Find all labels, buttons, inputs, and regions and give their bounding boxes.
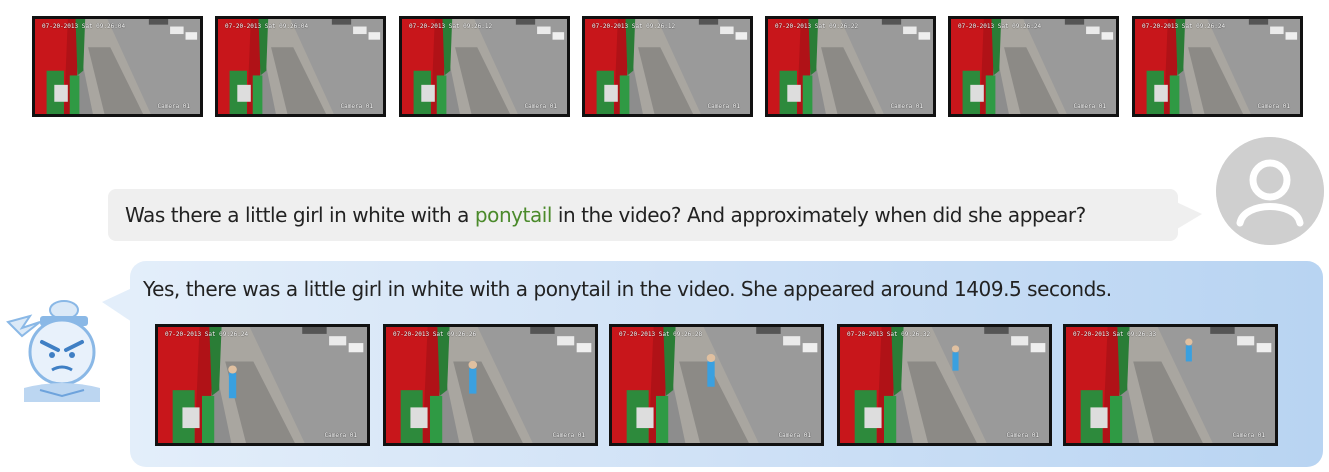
frame-camera-label: Camera 01 [1073,103,1106,110]
frame-timestamp: 07-20-2013 Sat 09:26:12 [409,23,493,30]
video-frame: 07-20-2013 Sat 09:26:24 Camera 01 [948,16,1119,117]
user-message-text: Was there a little girl in white with a … [125,203,1086,227]
video-frame: 07-20-2013 Sat 09:26:33 Camera 01 [1063,324,1278,446]
frame-timestamp: 07-20-2013 Sat 09:26:26 [393,331,477,338]
frame-timestamp: 07-20-2013 Sat 09:26:28 [619,331,703,338]
video-frame: 07-20-2013 Sat 09:26:04 Camera 01 [32,16,203,117]
frame-timestamp: 07-20-2013 Sat 09:26:32 [847,331,931,338]
video-frame: 07-20-2013 Sat 09:26:28 Camera 01 [609,324,824,446]
frame-camera-label: Camera 01 [340,103,373,110]
assistant-message-text: Yes, there was a little girl in white wi… [143,277,1112,301]
person-icon [1216,137,1324,245]
frame-camera-label: Camera 01 [707,103,740,110]
frame-camera-label: Camera 01 [552,432,585,439]
frame-timestamp: 07-20-2013 Sat 09:26:04 [225,23,309,30]
frame-timestamp: 07-20-2013 Sat 09:26:24 [1142,23,1226,30]
frame-camera-label: Camera 01 [157,103,190,110]
frame-timestamp: 07-20-2013 Sat 09:26:24 [165,331,249,338]
video-frame: 07-20-2013 Sat 09:26:26 Camera 01 [383,324,598,446]
video-frame: 07-20-2013 Sat 09:26:24 Camera 01 [1132,16,1303,117]
frame-camera-label: Camera 01 [1006,432,1039,439]
frame-camera-label: Camera 01 [1257,103,1290,110]
frame-timestamp: 07-20-2013 Sat 09:26:33 [1073,331,1157,338]
frame-camera-label: Camera 01 [324,432,357,439]
frame-timestamp: 07-20-2013 Sat 09:26:24 [958,23,1042,30]
video-frame: 07-20-2013 Sat 09:26:22 Camera 01 [765,16,936,117]
assistant-bubble-tail [102,288,132,322]
user-message-after: in the video? And approximately when did… [551,203,1086,227]
video-frame: 07-20-2013 Sat 09:26:32 Camera 01 [837,324,1052,446]
frame-camera-label: Camera 01 [1232,432,1265,439]
user-message-before: Was there a little girl in white with a [125,203,475,227]
frame-timestamp: 07-20-2013 Sat 09:26:12 [592,23,676,30]
frame-camera-label: Camera 01 [778,432,811,439]
assistant-mascot-icon [0,292,100,402]
video-frame: 07-20-2013 Sat 09:26:24 Camera 01 [155,324,370,446]
video-frame: 07-20-2013 Sat 09:26:12 Camera 01 [582,16,753,117]
user-bubble-tail [1172,200,1202,232]
video-frame: 07-20-2013 Sat 09:26:04 Camera 01 [215,16,386,117]
frame-camera-label: Camera 01 [890,103,923,110]
frame-timestamp: 07-20-2013 Sat 09:26:22 [775,23,859,30]
frame-camera-label: Camera 01 [524,103,557,110]
video-frame: 07-20-2013 Sat 09:26:12 Camera 01 [399,16,570,117]
frame-timestamp: 07-20-2013 Sat 09:26:04 [42,23,126,30]
user-message-highlight: ponytail [474,203,553,227]
